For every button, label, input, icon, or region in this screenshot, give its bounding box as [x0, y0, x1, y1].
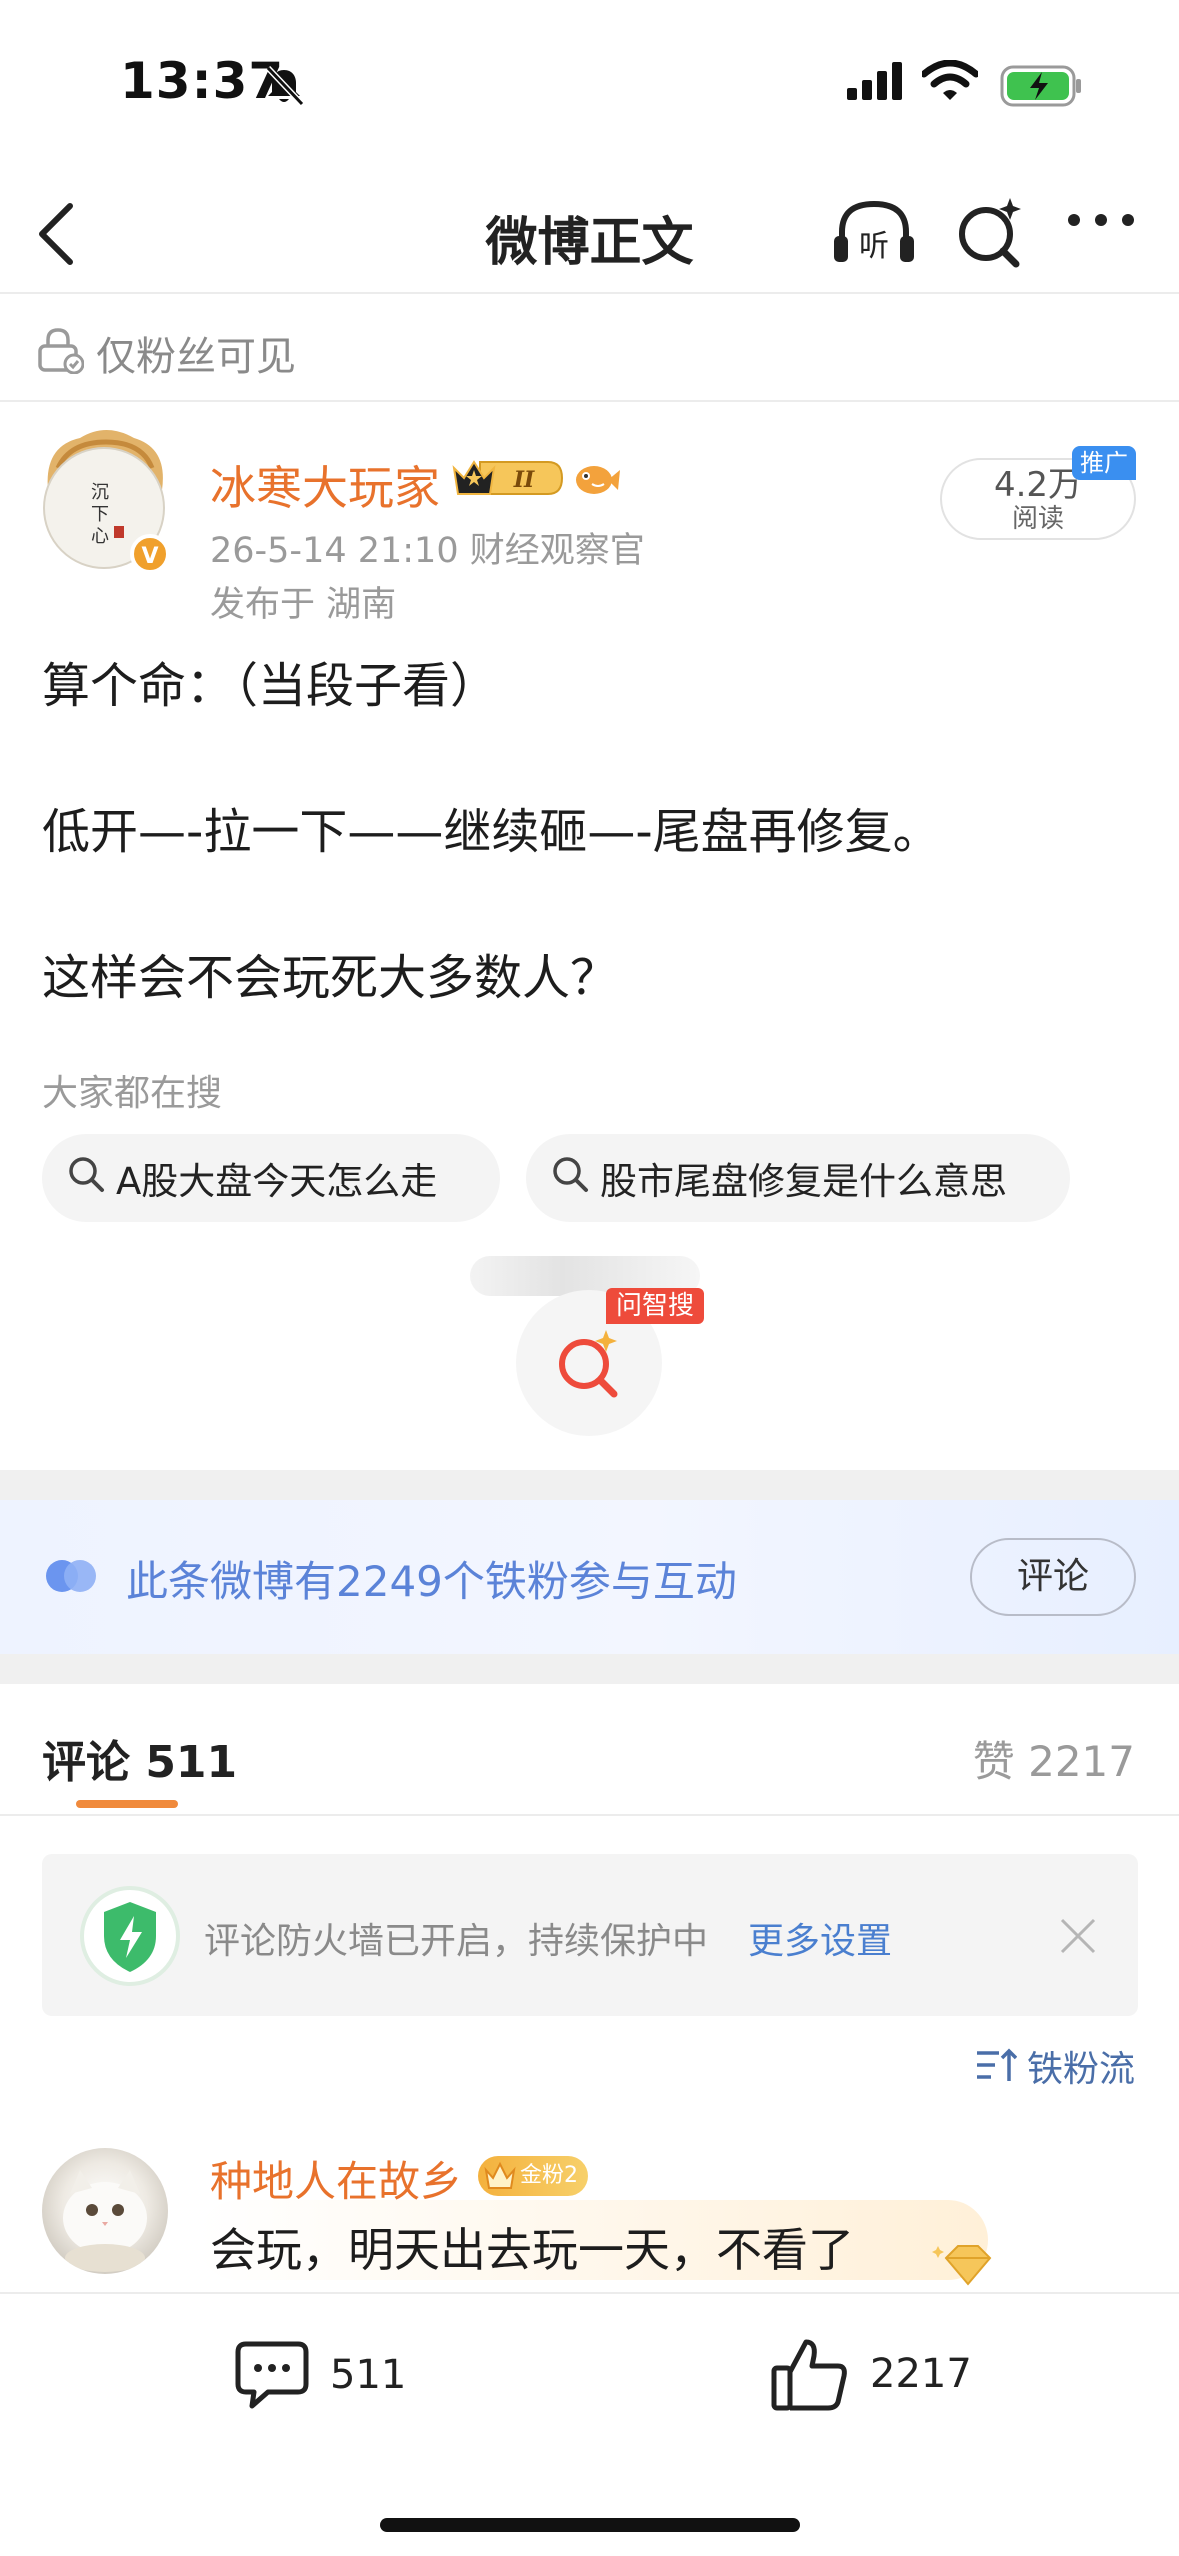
search-icon	[66, 1154, 106, 1203]
search-icon	[550, 1154, 590, 1203]
comment-firewall-notice: 评论防火墙已开启，持续保护中 更多设置	[42, 1854, 1138, 2016]
svg-text:心: 心	[91, 526, 109, 547]
comment-text: 会玩，明天出去玩一天，不看了	[210, 2223, 854, 2277]
more-options-icon[interactable]	[1066, 210, 1136, 234]
status-time: 13:37	[120, 52, 285, 110]
wifi-icon	[920, 59, 980, 106]
bottom-comment-count: 511	[330, 2352, 407, 2398]
visibility-text: 仅粉丝可见	[96, 334, 296, 380]
bell-off-icon	[262, 64, 306, 112]
firewall-text: 评论防火墙已开启，持续保护中	[204, 1921, 709, 1962]
section-divider	[0, 1654, 1179, 1684]
bottom-like-button[interactable]: 2217	[770, 2334, 972, 2414]
sort-iron-fans-toggle[interactable]: 铁粉流	[975, 2040, 1135, 2092]
status-bar: 13:37	[0, 0, 1179, 170]
svg-text:沉: 沉	[91, 482, 109, 503]
sort-icon	[976, 2048, 1017, 2081]
bottom-action-bar: 511 2217	[0, 2292, 1179, 2556]
search-suggestion-chip[interactable]: 股市尾盘修复是什么意思	[526, 1134, 1070, 1222]
svg-text:听: 听	[859, 229, 889, 264]
promo-tag: 推广	[1072, 446, 1136, 480]
gold-gem-decoration-icon	[932, 2240, 1002, 2296]
shield-icon	[78, 1884, 182, 1992]
membership-crown-icon[interactable]: II	[450, 456, 564, 504]
post-location: 发布于 湖南	[210, 585, 397, 625]
svg-text:下: 下	[91, 504, 109, 525]
lock-icon	[36, 326, 85, 378]
home-indicator[interactable]	[380, 2518, 800, 2532]
search-suggestion-label: A股大盘今天怎么走	[116, 1160, 438, 1203]
author-name[interactable]: 冰寒大玩家	[210, 452, 440, 518]
post-body: 算个命：（当段子看） 低开—-拉一下——继续砸—-尾盘再修复。 这样会不会玩死大…	[42, 650, 1142, 1088]
post-paragraph: 低开—-拉一下——继续砸—-尾盘再修复。	[42, 804, 941, 860]
bottom-comment-button[interactable]: 511	[234, 2338, 406, 2412]
bottom-like-count: 2217	[870, 2351, 972, 2397]
active-tab-indicator	[76, 1800, 178, 1808]
gold-fan-badge-label: 金粉2	[520, 2163, 578, 2188]
cellular-signal-icon	[845, 62, 905, 106]
comment-button[interactable]: 评论	[970, 1538, 1136, 1616]
thumbs-up-icon	[771, 2339, 847, 2411]
post-paragraph: 算个命：（当段子看）	[42, 658, 499, 714]
search-suggestion-chip[interactable]: A股大盘今天怎么走	[42, 1134, 500, 1222]
tab-comments[interactable]: 评论 511	[42, 1726, 237, 1790]
author-avatar[interactable]: 沉 下 心 V	[40, 428, 172, 574]
svg-text:II: II	[513, 467, 535, 493]
battery-charging-icon	[1000, 64, 1084, 112]
tab-likes[interactable]: 赞 2217	[973, 1728, 1135, 1789]
comment-bubble-icon	[235, 2341, 309, 2409]
svg-text:V: V	[141, 544, 158, 569]
more-settings-link[interactable]: 更多设置	[748, 1912, 892, 1964]
iron-fans-icon	[44, 1554, 100, 1602]
smart-search-icon[interactable]	[952, 192, 1028, 276]
fans-interaction-text: 此条微博有2249个铁粉参与互动	[126, 1557, 737, 1606]
comments-header: 评论 511 赞 2217	[0, 1684, 1179, 1816]
section-divider	[0, 1470, 1179, 1500]
nav-bar: 微博正文 听	[0, 170, 1179, 294]
visibility-notice: 仅粉丝可见	[0, 296, 1179, 402]
fans-interaction-banner[interactable]: 此条微博有2249个铁粉参与互动 评论	[0, 1500, 1179, 1654]
ask-smart-search-tag: 问智搜	[606, 1288, 704, 1324]
post-timestamp-source: 26-5-14 21:10 财经观察官	[210, 531, 645, 571]
commenter-avatar[interactable]	[42, 2148, 168, 2274]
gold-fan-badge: 金粉2	[478, 2156, 588, 2196]
fan-badge-icon[interactable]	[572, 458, 622, 504]
read-label: 阅读	[1011, 504, 1064, 534]
search-suggestions-heading: 大家都在搜	[42, 1073, 223, 1114]
search-suggestion-label: 股市尾盘修复是什么意思	[600, 1160, 1007, 1203]
post-paragraph: 这样会不会玩死大多数人？	[42, 950, 619, 1006]
sort-label: 铁粉流	[1026, 2049, 1135, 2090]
close-icon[interactable]	[1058, 1916, 1098, 1960]
listen-headphones-icon[interactable]: 听	[832, 194, 916, 278]
